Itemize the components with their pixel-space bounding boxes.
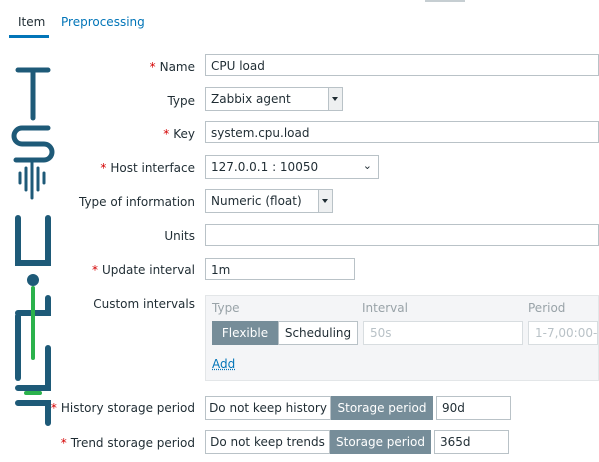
flexible-toggle[interactable]: Flexible xyxy=(212,321,278,345)
units-input[interactable] xyxy=(205,224,599,246)
scroll-stub xyxy=(425,0,465,2)
do-not-keep-history-toggle[interactable]: Do not keep history xyxy=(205,396,331,420)
trend-value-input[interactable]: 365d xyxy=(434,430,509,454)
key-input[interactable]: system.cpu.load xyxy=(205,121,599,143)
chevron-down-icon: ⌄ xyxy=(362,159,372,172)
type-label: Type xyxy=(167,94,195,108)
type-of-information-value: Numeric (float) xyxy=(211,194,302,208)
host-interface-label: * Host interface xyxy=(100,161,195,175)
type-of-information-select[interactable]: Numeric (float) xyxy=(205,189,333,213)
type-of-information-label: Type of information xyxy=(78,195,195,209)
host-interface-value: 127.0.0.1 : 10050 xyxy=(211,160,319,174)
period-input[interactable]: 1-7,00:00-24:00 xyxy=(528,321,598,345)
tab-item[interactable]: Item xyxy=(18,15,45,29)
type-select-value: Zabbix agent xyxy=(211,92,291,106)
update-interval-input[interactable]: 1m xyxy=(205,258,355,280)
trend-storage-label: * Trend storage period xyxy=(60,436,195,450)
history-value-input[interactable]: 90d xyxy=(436,396,511,420)
scheduling-toggle[interactable]: Scheduling xyxy=(278,321,358,345)
name-input[interactable]: CPU load xyxy=(205,54,599,76)
tab-bar: Item Preprocessing xyxy=(0,0,599,39)
update-interval-label: * Update interval xyxy=(91,263,195,277)
add-interval-link[interactable]: Add xyxy=(212,357,235,371)
trend-storage-period-toggle[interactable]: Storage period xyxy=(330,430,431,454)
tab-preprocessing[interactable]: Preprocessing xyxy=(61,15,145,29)
dropdown-arrow-icon xyxy=(328,88,342,110)
name-label: * Name xyxy=(149,60,195,74)
history-storage-label: * History storage period xyxy=(50,401,195,415)
form-panel: * Name CPU load Type Zabbix agent * Key sy… xyxy=(0,38,599,462)
tsahab-logo-icon xyxy=(11,67,55,426)
interval-input[interactable]: 50s xyxy=(363,321,523,345)
host-interface-select[interactable]: 127.0.0.1 : 10050 ⌄ xyxy=(205,155,379,179)
dropdown-arrow-icon xyxy=(318,190,332,212)
key-label: * Key xyxy=(163,127,195,141)
col-type-header: Type xyxy=(212,301,240,315)
col-period-header: Period xyxy=(528,301,566,315)
units-label: Units xyxy=(164,229,195,243)
custom-intervals-table: Type Interval Period Flexible Scheduling… xyxy=(205,295,599,381)
custom-intervals-label: Custom intervals xyxy=(93,297,195,311)
do-not-keep-trends-toggle[interactable]: Do not keep trends xyxy=(205,430,330,454)
type-select[interactable]: Zabbix agent xyxy=(205,87,343,111)
col-interval-header: Interval xyxy=(362,301,408,315)
history-storage-period-toggle[interactable]: Storage period xyxy=(331,396,433,420)
